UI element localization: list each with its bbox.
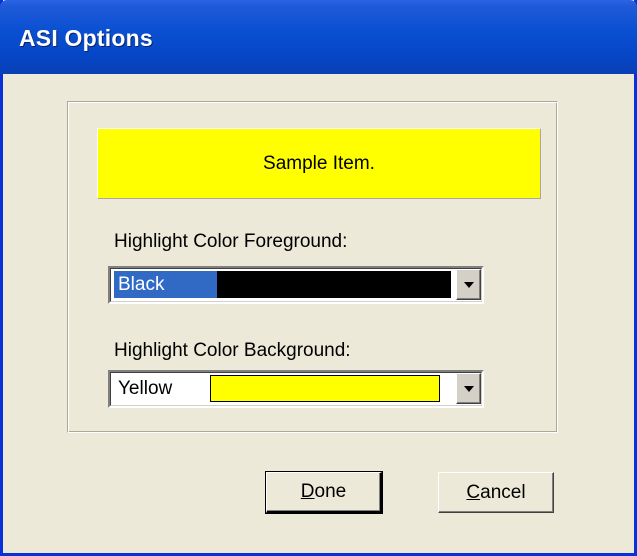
foreground-label: Highlight Color Foreground: bbox=[114, 231, 348, 252]
background-label: Highlight Color Background: bbox=[114, 340, 351, 361]
background-color-select[interactable]: Yellow bbox=[108, 370, 484, 408]
foreground-color-swatch bbox=[217, 271, 451, 298]
cancel-mnemonic: C bbox=[466, 481, 481, 503]
chevron-down-icon bbox=[464, 282, 474, 288]
cancel-button[interactable]: Cancel bbox=[438, 472, 554, 513]
foreground-color-select[interactable]: Black bbox=[108, 266, 484, 304]
cancel-label-rest: ancel bbox=[480, 481, 526, 503]
chevron-down-icon bbox=[464, 386, 474, 392]
window-title: ASI Options bbox=[19, 25, 153, 51]
done-button[interactable]: Done bbox=[265, 471, 383, 514]
background-selected-value: Yellow bbox=[118, 378, 173, 399]
title-bar[interactable]: ASI Options bbox=[0, 0, 637, 74]
background-color-swatch bbox=[210, 375, 440, 402]
done-mnemonic: D bbox=[300, 481, 315, 502]
done-label-rest: one bbox=[314, 481, 347, 502]
sample-item-text: Sample Item. bbox=[263, 152, 375, 174]
foreground-selected-value: Black bbox=[114, 271, 217, 298]
background-dropdown-button[interactable] bbox=[456, 373, 481, 404]
foreground-dropdown-button[interactable] bbox=[456, 269, 481, 300]
sample-item-preview: Sample Item. bbox=[97, 128, 541, 199]
